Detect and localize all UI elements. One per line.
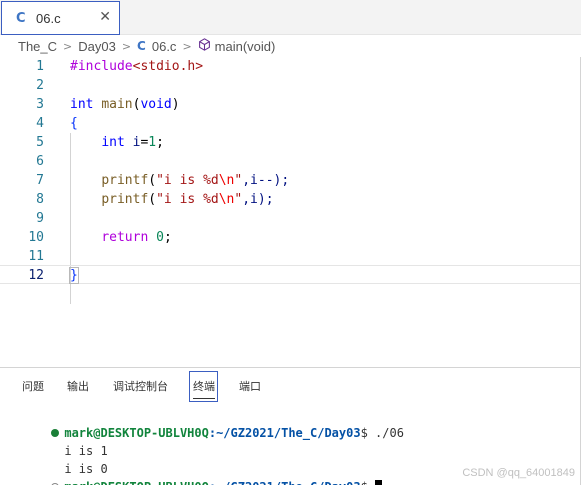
prompt-path: :~/GZ2021/The_C/Day03 (208, 426, 361, 440)
terminal-command: ./06 (367, 426, 404, 440)
code-line: 4 { (0, 114, 581, 133)
line-number: 12 (28, 268, 44, 283)
code-token: main (101, 97, 133, 112)
prompt-user: mark@DESKTOP-UBLVH0Q (64, 480, 209, 485)
code-line: 2 (0, 76, 581, 95)
code-line: 7 printf("i is %d\n",i--); (0, 171, 581, 190)
breadcrumb-folder-the-c[interactable]: The_C (18, 39, 57, 54)
terminal-line: mark@DESKTOP-UBLVH0Q:~/GZ2021/The_C/Day0… (8, 406, 404, 440)
c-language-icon: C (137, 39, 146, 53)
code-token: } (69, 267, 79, 284)
code-token: int (101, 135, 125, 150)
tab-problems[interactable]: 问题 (22, 378, 44, 394)
close-icon[interactable]: ✕ (99, 9, 111, 25)
line-number: 8 (36, 192, 44, 207)
breadcrumb: The_C > Day03 > C 06.c > main(void) (0, 35, 581, 57)
chevron-right-icon: > (121, 39, 132, 53)
code-token: "i is %d (156, 192, 219, 207)
code-token: \n (218, 173, 235, 188)
tab-terminal[interactable]: 终端 (193, 378, 215, 399)
code-token: ,i); (242, 192, 274, 207)
breadcrumb-file[interactable]: 06.c (152, 39, 177, 54)
prompt-path: :~/GZ2021/The_C/Day03 (209, 480, 361, 485)
code-line: 11 (0, 247, 581, 266)
watermark: CSDN @qq_64001849 (462, 467, 575, 479)
code-line: 1 #include<stdio.h> (0, 57, 581, 76)
line-number: 1 (36, 59, 44, 74)
chevron-right-icon: > (63, 39, 73, 53)
code-token: ( (148, 192, 157, 207)
line-number: 2 (36, 78, 44, 93)
code-line: 8 printf("i is %d\n",i); (0, 190, 581, 209)
code-token: 0 (156, 230, 164, 245)
line-number: 3 (36, 97, 44, 112)
code-token: ; (156, 135, 164, 150)
code-token: ) (171, 97, 180, 112)
code-token: "i is %d (156, 173, 219, 188)
line-number: 4 (36, 116, 44, 131)
code-line: 5 int i=1; (0, 133, 581, 152)
code-token: ,i--); (242, 173, 290, 188)
line-number: 10 (28, 230, 44, 245)
terminal-output-line: i is 0 (21, 442, 107, 476)
terminal-output-line: i is 1 (21, 424, 107, 458)
code-token: 1 (148, 135, 157, 150)
code-token: <stdio.h> (132, 59, 204, 74)
tab-ports[interactable]: 端口 (239, 378, 261, 394)
terminal-cursor (375, 480, 383, 485)
line-number: 5 (36, 135, 44, 150)
line-number: 7 (36, 173, 44, 188)
line-number: 9 (36, 211, 44, 226)
line-number: 11 (28, 249, 44, 264)
tab-output[interactable]: 输出 (67, 378, 89, 394)
code-token: printf (101, 173, 149, 188)
code-token: #include (70, 59, 133, 74)
tab-label: 06.c (36, 10, 61, 26)
editor-tab-bar: C 06.c ✕ (0, 0, 581, 35)
prompt-symbol: $ (360, 426, 368, 440)
line-number: 6 (36, 154, 44, 169)
chevron-right-icon: > (182, 39, 192, 53)
code-token: ; (163, 230, 172, 245)
code-editor[interactable]: 1 #include<stdio.h> 2 3 int main(void) 4… (0, 57, 581, 367)
breadcrumb-folder-day03[interactable]: Day03 (78, 39, 116, 54)
code-line: 3 int main(void) (0, 95, 581, 114)
code-token: { (70, 116, 78, 131)
tab-06c[interactable]: C 06.c ✕ (1, 1, 120, 35)
tab-debug-console[interactable]: 调试控制台 (113, 378, 168, 394)
code-token: int (70, 97, 94, 112)
breadcrumb-symbol[interactable]: main(void) (215, 39, 276, 54)
code-line-current: 12 } (0, 265, 581, 284)
code-token: return (101, 230, 149, 245)
panel-tab-bar: 问题 输出 调试控制台 终端 端口 (0, 368, 581, 404)
code-token: printf (101, 192, 149, 207)
terminal-line: mark@DESKTOP-UBLVH0Q:~/GZ2021/The_C/Day0… (8, 460, 383, 485)
code-token: \n (218, 192, 235, 207)
symbol-method-cube-icon (198, 38, 211, 54)
code-line: 9 (0, 209, 581, 228)
code-line: 10 return 0; (0, 228, 581, 247)
code-token: void (140, 97, 172, 112)
c-language-icon: C (16, 10, 26, 26)
code-line: 6 (0, 152, 581, 171)
prompt-symbol: $ (361, 480, 368, 485)
code-token: ( (148, 173, 157, 188)
